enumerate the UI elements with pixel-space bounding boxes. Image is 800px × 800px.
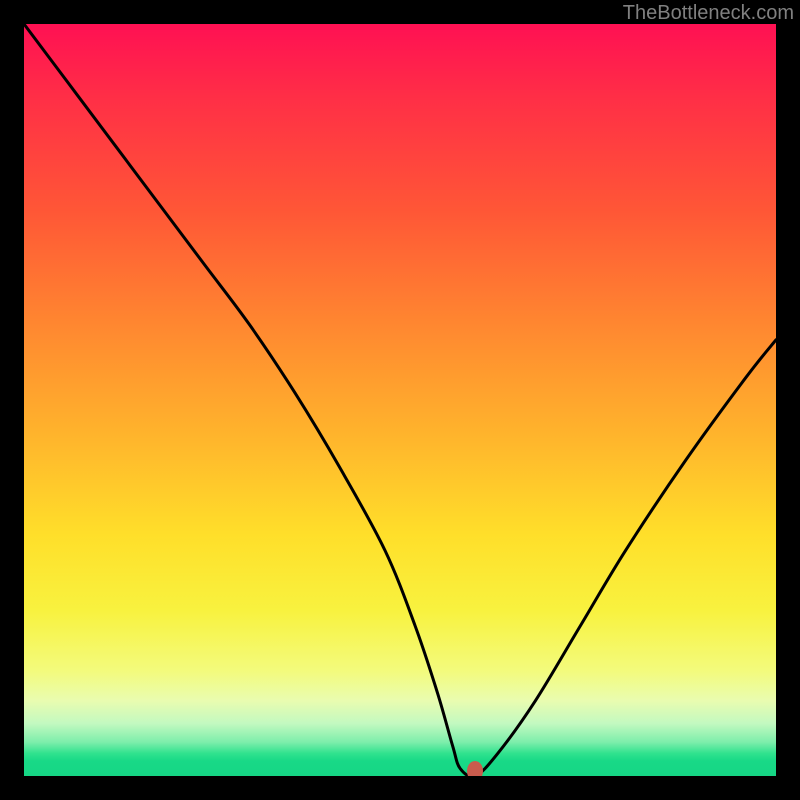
bottleneck-curve (24, 24, 776, 776)
chart-frame: TheBottleneck.com (0, 0, 800, 800)
plot-area (24, 24, 776, 776)
watermark-text: TheBottleneck.com (623, 2, 794, 25)
